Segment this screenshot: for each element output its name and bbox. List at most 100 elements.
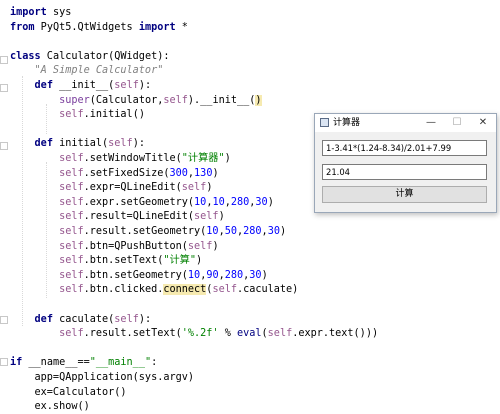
code-token: .initial(): [83, 109, 145, 121]
fold-marker-caculate[interactable]: [0, 316, 8, 324]
code-line: self.btn.setText("计算"): [10, 254, 202, 268]
fold-marker-class[interactable]: [0, 56, 8, 64]
code-token: self: [59, 211, 84, 223]
fold-marker-initial[interactable]: [0, 142, 8, 150]
code-line: import sys: [10, 6, 71, 20]
code-token: ):: [138, 313, 152, 325]
code-line: self.btn=QPushButton(self): [10, 240, 219, 254]
code-line: self.initial(): [10, 108, 145, 122]
code-token: 30: [255, 196, 268, 208]
code-token: 300: [169, 167, 188, 179]
code-token: ):: [138, 80, 152, 91]
code-token: Calculator(QWidget):: [40, 50, 170, 62]
code-token: 10: [187, 269, 201, 281]
maximize-button[interactable]: ☐: [444, 114, 470, 132]
minimize-button[interactable]: —: [418, 114, 444, 132]
calculate-button[interactable]: 计算: [322, 186, 487, 203]
code-token: PyQt5.QtWidgets: [34, 21, 139, 33]
fold-marker-init[interactable]: [0, 84, 8, 92]
code-token: "__main__": [89, 357, 152, 369]
code-token: ): [267, 196, 274, 208]
code-token: self: [267, 328, 293, 340]
code-token: 50: [224, 226, 237, 237]
code-token: import: [10, 7, 47, 18]
code-token: .btn.setText(: [83, 255, 164, 267]
code-token: ): [224, 153, 231, 164]
code-token: *: [175, 21, 188, 33]
code-line: "A Simple Calculator": [10, 64, 164, 78]
code-token: __init__(: [52, 80, 115, 91]
code-token: 10: [212, 196, 225, 208]
window-titlebar[interactable]: 计算器 — ☐ ✕: [315, 114, 496, 132]
code-token: .expr=QLineEdit(: [83, 182, 182, 194]
code-token: super: [59, 94, 90, 106]
code-token: self: [114, 313, 139, 325]
code-token: ): [212, 240, 219, 252]
code-token: 280: [243, 226, 262, 237]
code-token: 130: [194, 167, 213, 179]
code-token: ): [218, 211, 225, 223]
code-line: self.result.setGeometry(10,50,280,30): [10, 225, 286, 239]
expression-input[interactable]: 1-3.41*(1.24-8.34)/2.01+7.99: [322, 140, 487, 156]
code-token: self: [59, 109, 84, 121]
code-token: self: [59, 167, 84, 179]
code-token: .result=QLineEdit(: [83, 211, 195, 223]
code-token: .expr.setGeometry(: [83, 196, 195, 208]
code-token: self: [59, 153, 84, 164]
code-token: from: [10, 21, 35, 33]
code-token: self: [59, 269, 84, 281]
code-line: super(Calculator,self).__init__(): [10, 94, 262, 108]
code-line: ex=Calculator(): [10, 386, 127, 400]
code-token: "计算": [163, 255, 197, 267]
calculator-window[interactable]: 计算器 — ☐ ✕ 1-3.41*(1.24-8.34)/2.01+7.99 2…: [314, 113, 497, 213]
code-token: .btn.setGeometry(: [83, 269, 188, 281]
code-token: ).__init__(: [187, 94, 256, 106]
code-line: ex.show(): [10, 400, 90, 414]
code-token: 280: [230, 196, 250, 208]
close-button[interactable]: ✕: [470, 114, 496, 132]
fold-marker-main[interactable]: [0, 358, 8, 366]
code-line: class Calculator(QWidget):: [10, 50, 169, 64]
code-line: def initial(self):: [10, 137, 145, 151]
code-token: app=QApplication(sys.argv): [10, 372, 195, 383]
code-token: self: [59, 226, 84, 237]
code-line: self.btn.clicked.connect(self.caculate): [10, 283, 298, 297]
code-token: self: [59, 196, 84, 208]
code-token: .btn.clicked.: [83, 284, 164, 296]
code-token: ): [206, 182, 213, 194]
code-token: class: [10, 50, 41, 62]
code-line: self.setFixedSize(300,130): [10, 167, 219, 181]
code-token: 280: [224, 269, 244, 281]
code-token: def: [34, 80, 53, 91]
window-title: 计算器: [333, 118, 361, 128]
code-token: eval: [236, 328, 262, 340]
code-token: "计算器": [181, 153, 225, 164]
code-line: app=QApplication(sys.argv): [10, 371, 194, 385]
code-token: self: [108, 138, 133, 150]
code-line: def caculate(self):: [10, 313, 152, 327]
code-token: .setFixedSize(: [83, 167, 170, 179]
code-token: import: [138, 21, 176, 33]
code-token: self: [59, 255, 84, 267]
code-token: self: [194, 211, 219, 223]
code-token: sys: [46, 7, 72, 18]
code-token: self: [59, 284, 84, 296]
result-field[interactable]: 21.04: [322, 164, 487, 180]
code-token: .btn=QPushButton(: [83, 240, 188, 252]
code-token: def: [34, 138, 53, 150]
code-token: .result.setGeometry(: [83, 226, 207, 237]
